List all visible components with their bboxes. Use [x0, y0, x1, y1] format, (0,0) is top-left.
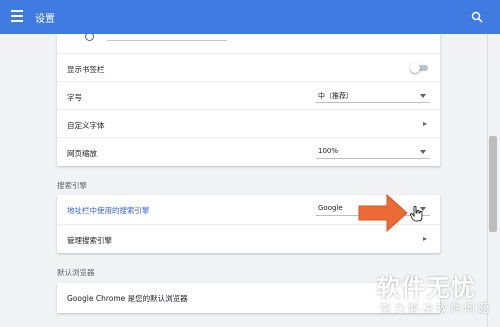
- chevron-down-icon: [420, 94, 426, 98]
- theme-row-fragment: [57, 32, 440, 52]
- page-zoom-select[interactable]: 100%: [316, 144, 430, 159]
- scrollbar-thumb[interactable]: [489, 136, 497, 232]
- search-icon[interactable]: [471, 11, 483, 23]
- search-engine-value: Google: [318, 204, 343, 212]
- address-bar-engine-label[interactable]: 地址栏中使用的搜索引擎: [67, 205, 150, 216]
- page-zoom-label: 网页缩放: [67, 149, 97, 158]
- font-size-label: 字号: [67, 93, 82, 102]
- font-size-value: 中（推荐）: [318, 92, 353, 100]
- toggle-knob[interactable]: [410, 63, 420, 73]
- show-bookmarks-label: 显示书签栏: [67, 65, 105, 74]
- hand-cursor-icon: [410, 206, 423, 222]
- font-size-row: 字号 中（推荐）: [57, 81, 440, 109]
- watermark-title: 软件无忧: [376, 274, 476, 302]
- search-engine-heading: 搜索引擎: [57, 181, 87, 190]
- menu-icon[interactable]: [11, 10, 23, 22]
- page-title: 设置: [35, 14, 55, 25]
- manage-search-engines-label: 管理搜索引擎: [67, 236, 112, 245]
- arrow-annotation-icon: [358, 193, 408, 233]
- app-header: 设置: [0, 0, 500, 34]
- custom-fonts-row[interactable]: 自定义字体 ▸: [57, 109, 440, 137]
- chevron-right-icon: ▸: [423, 234, 428, 243]
- chevron-down-icon: [420, 150, 426, 154]
- default-browser-heading: 默认浏览器: [57, 268, 95, 277]
- show-bookmarks-row[interactable]: 显示书签栏: [57, 53, 440, 81]
- watermark-subtitle: 努力解决软件问题: [380, 302, 492, 315]
- default-browser-status: Google Chrome 是您的默认浏览器: [67, 294, 188, 303]
- font-size-select[interactable]: 中（推荐）: [316, 88, 430, 103]
- appearance-card: 显示书签栏 字号 中（推荐） 自定义字体 ▸ 网页缩放 100%: [57, 32, 440, 166]
- radio-icon[interactable]: [85, 32, 94, 41]
- custom-fonts-label: 自定义字体: [67, 121, 105, 130]
- watermark: 软件无忧 努力解决软件问题: [366, 264, 500, 327]
- page-zoom-row: 网页缩放 100%: [57, 137, 440, 165]
- chevron-right-icon: ▸: [423, 119, 428, 128]
- custom-url-field[interactable]: [107, 40, 227, 41]
- page-zoom-value: 100%: [318, 147, 339, 155]
